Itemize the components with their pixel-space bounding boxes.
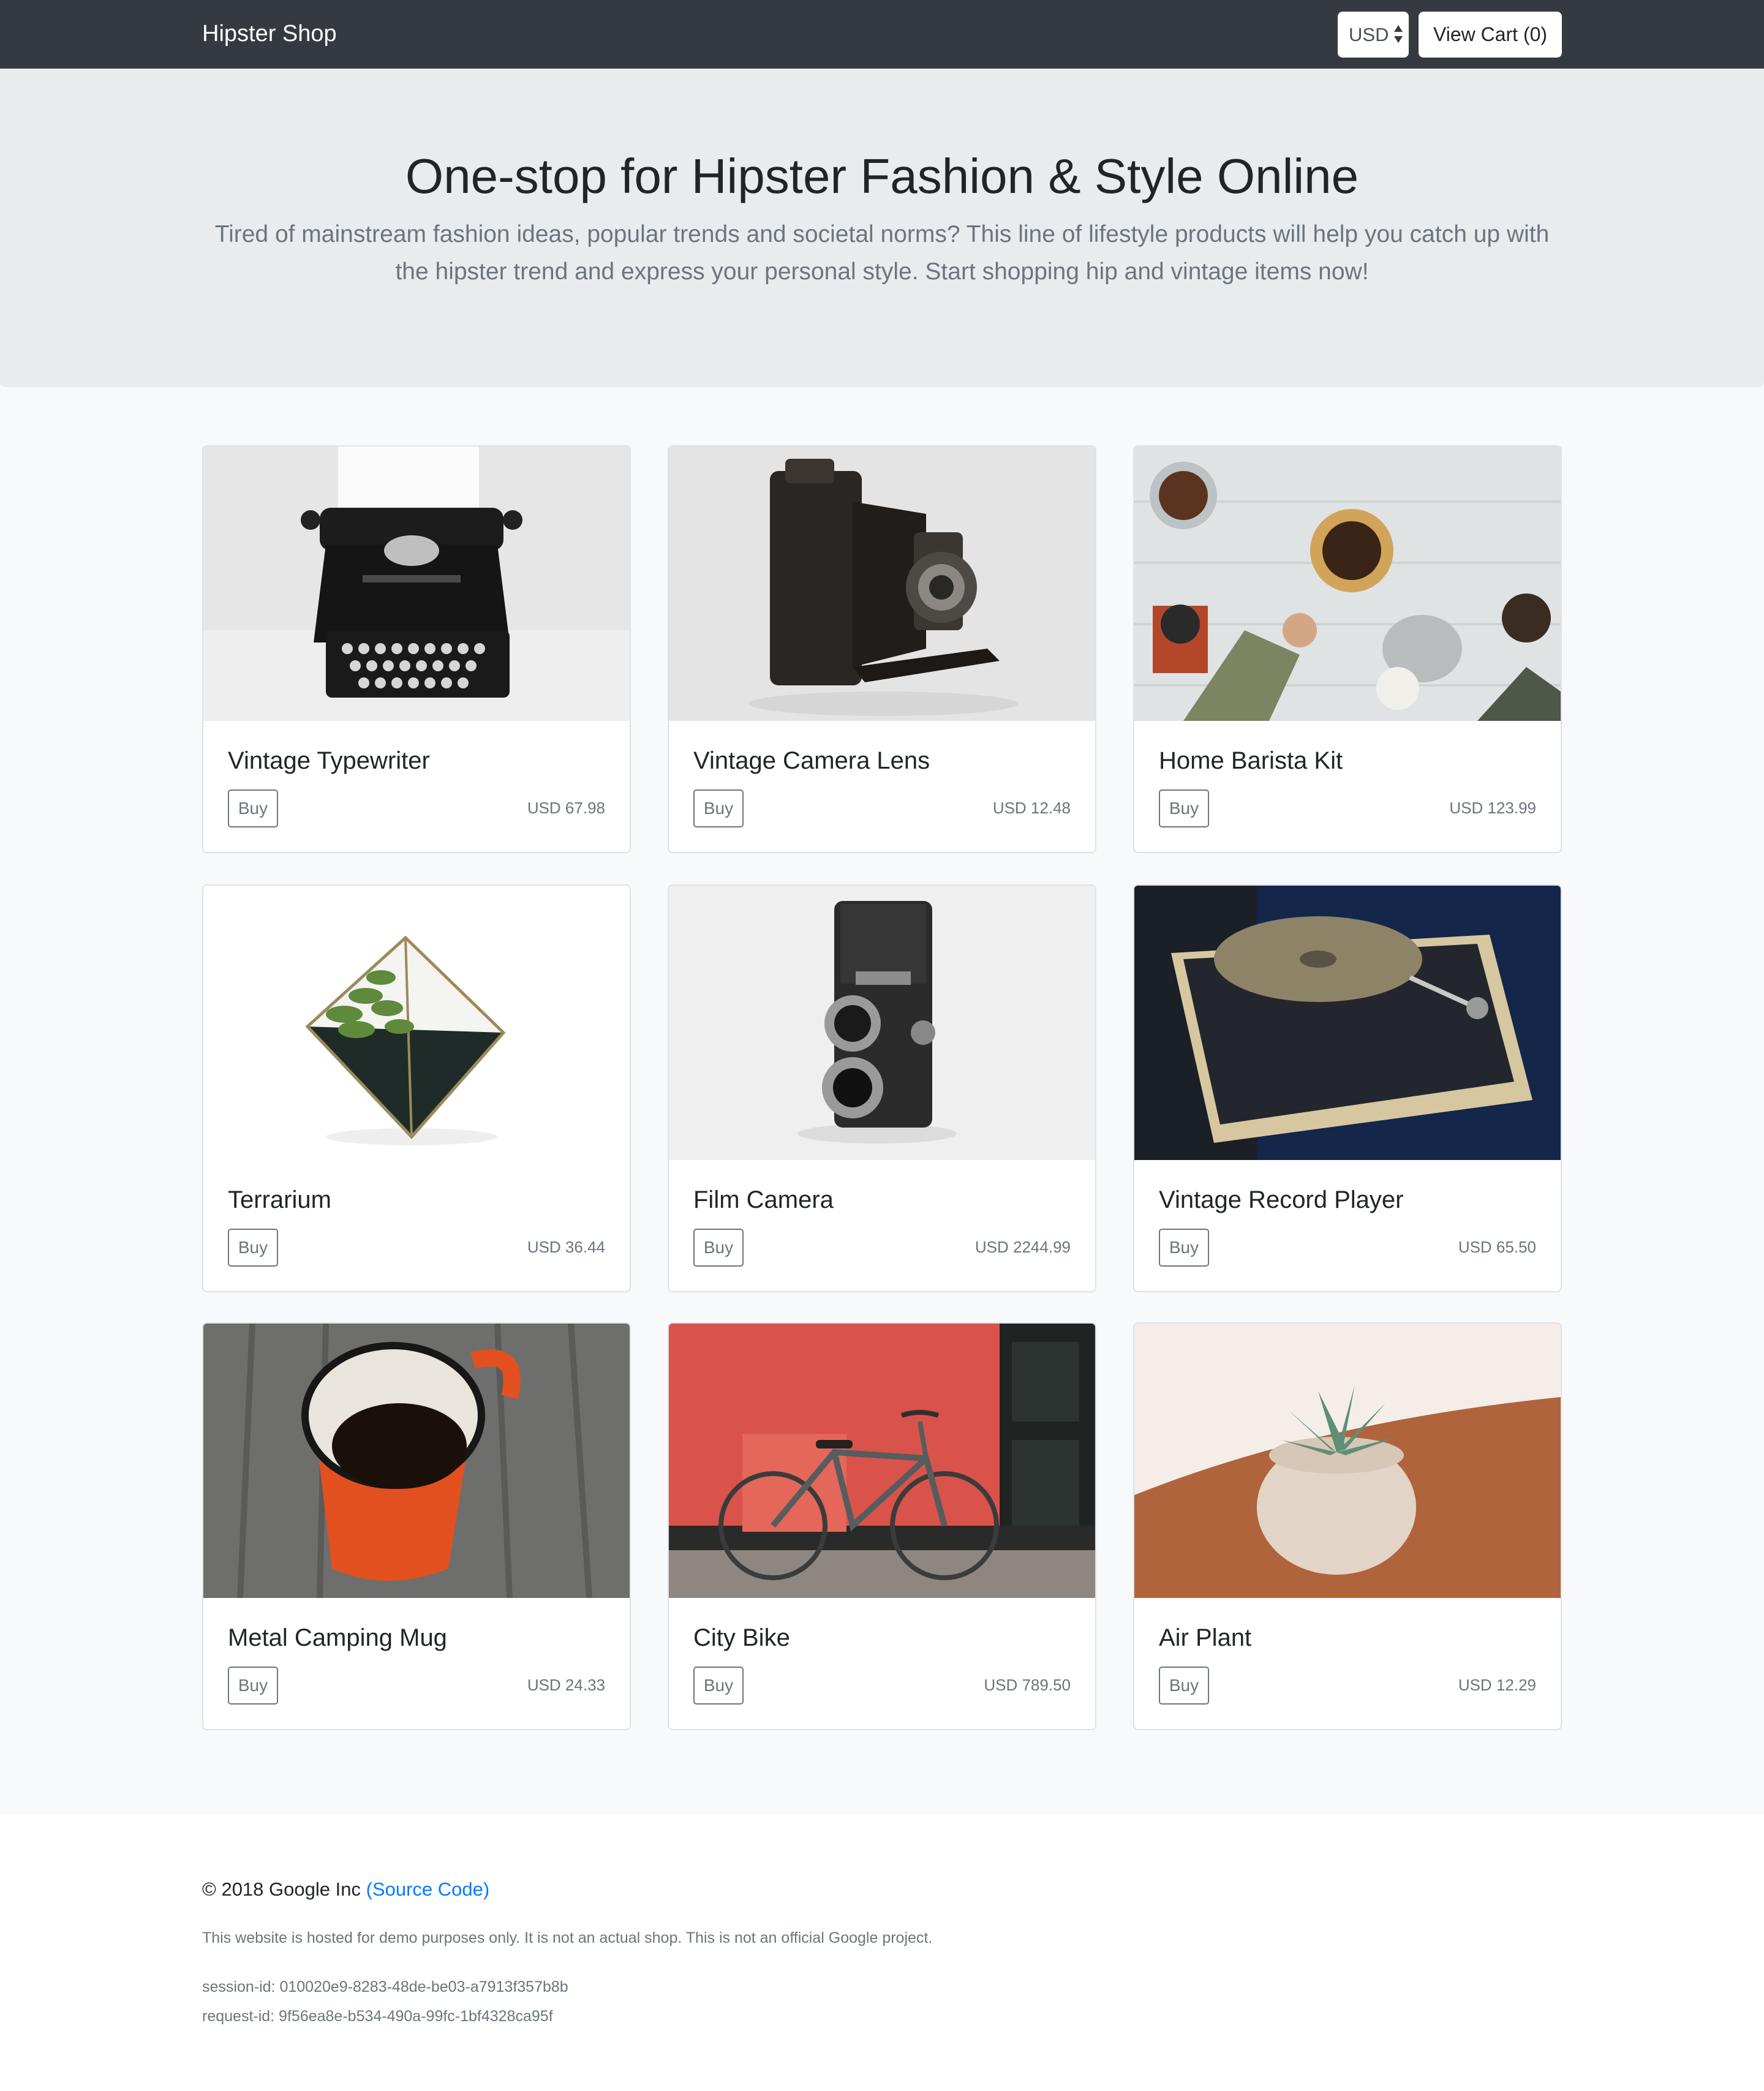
product-card: City Bike Buy USD 789.50	[668, 1322, 1096, 1730]
view-cart-button[interactable]: View Cart (0)	[1419, 12, 1562, 58]
disclaimer: This website is hosted for demo purposes…	[202, 1929, 933, 1946]
product-price: USD 67.98	[527, 799, 605, 817]
camping-mug-illustration	[203, 1324, 630, 1598]
buy-button[interactable]: Buy	[1159, 1229, 1209, 1267]
product-name[interactable]: Metal Camping Mug	[228, 1622, 447, 1653]
product-price: USD 65.50	[1458, 1238, 1536, 1256]
product-name[interactable]: Home Barista Kit	[1159, 745, 1343, 776]
product-image-typewriter[interactable]	[203, 446, 630, 721]
buy-button[interactable]: Buy	[228, 789, 278, 827]
product-card: Vintage Camera Lens Buy USD 12.48	[668, 445, 1096, 853]
product-card: Vintage Typewriter Buy USD 67.98	[202, 445, 631, 853]
film-camera-illustration	[669, 886, 1095, 1160]
product-card: Home Barista Kit Buy USD 123.99	[1133, 445, 1562, 853]
select-arrows-icon	[1394, 23, 1403, 47]
currency-select[interactable]: USD	[1338, 12, 1409, 58]
product-price: USD 2244.99	[974, 1238, 1071, 1256]
buy-button[interactable]: Buy	[693, 1229, 744, 1267]
product-image-air-plant[interactable]	[1134, 1324, 1561, 1598]
product-price: USD 36.44	[527, 1238, 605, 1256]
product-card: Air Plant Buy USD 12.29	[1133, 1322, 1562, 1730]
source-code-link[interactable]: (Source Code)	[366, 1878, 490, 1900]
product-name[interactable]: Vintage Record Player	[1159, 1185, 1404, 1215]
hero-title: One-stop for Hipster Fashion & Style Onl…	[405, 149, 1359, 203]
navbar: Hipster Shop USD View Cart (0)	[0, 0, 1764, 69]
currency-value: USD	[1349, 24, 1389, 45]
buy-button[interactable]: Buy	[228, 1229, 278, 1267]
copyright-text: © 2018 Google Inc	[202, 1878, 361, 1900]
product-price: USD 12.48	[992, 799, 1071, 817]
terrarium-illustration	[203, 886, 630, 1160]
request-id: request-id: 9f56ea8e-b534-490a-99fc-1bf4…	[202, 2008, 553, 2025]
product-card: Metal Camping Mug Buy USD 24.33	[202, 1322, 631, 1730]
product-image-barista-kit[interactable]	[1134, 446, 1561, 721]
hero-subtitle: Tired of mainstream fashion ideas, popul…	[214, 221, 1550, 285]
folding-camera-illustration	[669, 446, 1095, 721]
product-price: USD 24.33	[527, 1676, 605, 1694]
product-image-camping-mug[interactable]	[203, 1324, 630, 1598]
product-image-camera-lens[interactable]	[669, 446, 1095, 721]
brand-logo[interactable]: Hipster Shop	[202, 18, 337, 49]
buy-button[interactable]: Buy	[228, 1667, 278, 1705]
record-player-illustration	[1134, 886, 1561, 1160]
buy-button[interactable]: Buy	[693, 789, 744, 827]
product-image-record-player[interactable]	[1134, 886, 1561, 1160]
product-name[interactable]: City Bike	[693, 1622, 790, 1653]
product-price: USD 789.50	[984, 1676, 1071, 1694]
city-bike-illustration	[669, 1324, 1095, 1598]
buy-button[interactable]: Buy	[1159, 789, 1209, 827]
product-image-film-camera[interactable]	[669, 886, 1095, 1160]
copyright: © 2018 Google Inc (Source Code)	[202, 1877, 489, 1902]
air-plant-illustration	[1134, 1324, 1561, 1598]
product-name[interactable]: Air Plant	[1159, 1622, 1251, 1653]
product-card: Vintage Record Player Buy USD 65.50	[1133, 884, 1562, 1292]
product-image-city-bike[interactable]	[669, 1324, 1095, 1598]
product-price: USD 123.99	[1449, 799, 1536, 817]
hero-banner: One-stop for Hipster Fashion & Style Onl…	[0, 69, 1764, 387]
product-image-terrarium[interactable]	[203, 886, 630, 1160]
product-price: USD 12.29	[1458, 1676, 1536, 1694]
product-name[interactable]: Terrarium	[228, 1185, 331, 1215]
barista-kit-illustration	[1134, 446, 1561, 721]
product-name[interactable]: Vintage Typewriter	[228, 745, 430, 776]
buy-button[interactable]: Buy	[1159, 1667, 1209, 1705]
product-name[interactable]: Film Camera	[693, 1185, 834, 1215]
product-card: Film Camera Buy USD 2244.99	[668, 884, 1096, 1292]
product-card: Terrarium Buy USD 36.44	[202, 884, 631, 1292]
buy-button[interactable]: Buy	[693, 1667, 744, 1705]
session-id: session-id: 010020e9-8283-48de-be03-a791…	[202, 1978, 568, 1995]
product-name[interactable]: Vintage Camera Lens	[693, 745, 930, 776]
footer: © 2018 Google Inc (Source Code) This web…	[0, 1815, 1764, 2091]
typewriter-illustration	[203, 446, 630, 721]
